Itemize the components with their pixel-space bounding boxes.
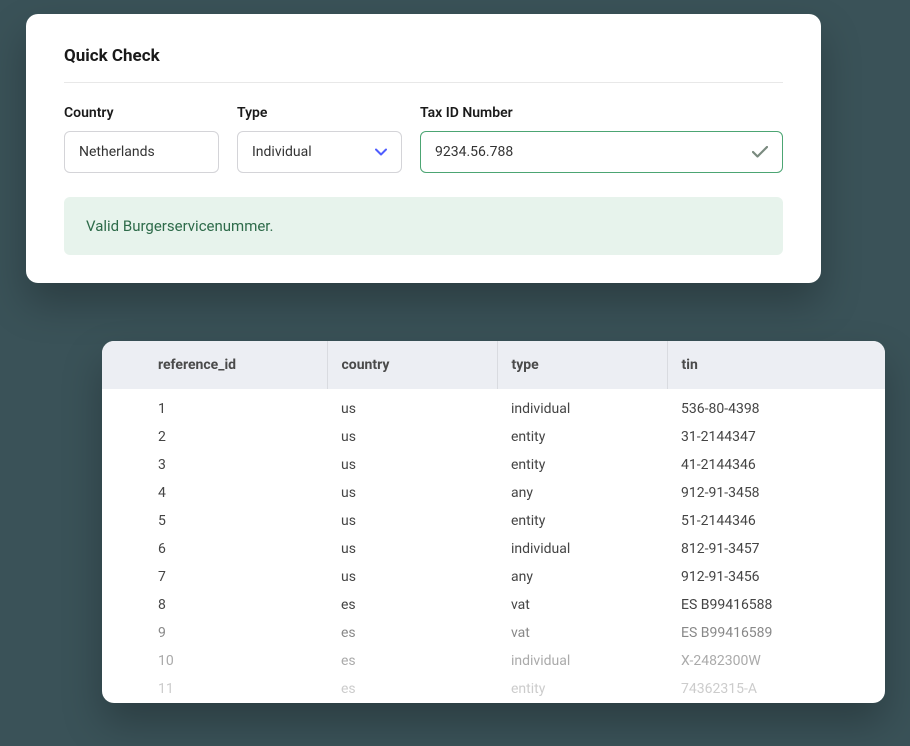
header-reference-id: reference_id bbox=[102, 341, 327, 389]
type-value: Individual bbox=[252, 144, 312, 160]
taxid-value: 9234.56.788 bbox=[435, 144, 513, 160]
table-header-row: reference_id country type tin bbox=[102, 341, 885, 389]
taxid-label: Tax ID Number bbox=[420, 105, 783, 121]
cell-type: entity bbox=[497, 507, 667, 535]
table-row: 3 us entity 41-2144346 bbox=[102, 451, 885, 479]
type-select[interactable]: Individual bbox=[237, 131, 402, 173]
cell-ref: 3 bbox=[102, 451, 327, 479]
cell-ref: 9 bbox=[102, 619, 327, 647]
chevron-down-icon bbox=[375, 146, 387, 158]
cell-tin: 912-91-3458 bbox=[667, 479, 885, 507]
cell-country: us bbox=[327, 389, 497, 423]
quick-check-title: Quick Check bbox=[64, 46, 783, 83]
quick-check-card: Quick Check Country Netherlands Type Ind… bbox=[26, 14, 821, 283]
cell-ref: 7 bbox=[102, 563, 327, 591]
header-country: country bbox=[327, 341, 497, 389]
cell-tin: 51-2144346 bbox=[667, 507, 885, 535]
table-row: 9 es vat ES B99416589 bbox=[102, 619, 885, 647]
table-card: reference_id country type tin 1 us indiv… bbox=[102, 341, 885, 703]
cell-tin: 812-91-3457 bbox=[667, 535, 885, 563]
field-country: Country Netherlands bbox=[64, 105, 219, 173]
cell-country: us bbox=[327, 507, 497, 535]
table-row: 8 es vat ES B99416588 bbox=[102, 591, 885, 619]
table-row: 1 us individual 536-80-4398 bbox=[102, 389, 885, 423]
cell-type: vat bbox=[497, 619, 667, 647]
data-table: reference_id country type tin 1 us indiv… bbox=[102, 341, 885, 703]
header-tin: tin bbox=[667, 341, 885, 389]
cell-ref: 5 bbox=[102, 507, 327, 535]
cell-country: us bbox=[327, 423, 497, 451]
cell-type: any bbox=[497, 479, 667, 507]
type-label: Type bbox=[237, 105, 402, 121]
cell-tin: ES B99416588 bbox=[667, 591, 885, 619]
cell-tin: X-2482300W bbox=[667, 647, 885, 675]
table-row: 4 us any 912-91-3458 bbox=[102, 479, 885, 507]
table-row: 6 us individual 812-91-3457 bbox=[102, 535, 885, 563]
cell-country: us bbox=[327, 479, 497, 507]
cell-tin: 536-80-4398 bbox=[667, 389, 885, 423]
country-label: Country bbox=[64, 105, 219, 121]
cell-tin: 31-2144347 bbox=[667, 423, 885, 451]
cell-type: entity bbox=[497, 451, 667, 479]
cell-tin: 41-2144346 bbox=[667, 451, 885, 479]
cell-type: individual bbox=[497, 647, 667, 675]
cell-country: us bbox=[327, 563, 497, 591]
table-row: 11 es entity 74362315-A bbox=[102, 675, 885, 703]
field-taxid: Tax ID Number 9234.56.788 bbox=[420, 105, 783, 173]
cell-ref: 4 bbox=[102, 479, 327, 507]
header-type: type bbox=[497, 341, 667, 389]
cell-country: es bbox=[327, 591, 497, 619]
cell-ref: 2 bbox=[102, 423, 327, 451]
cell-type: individual bbox=[497, 389, 667, 423]
check-icon bbox=[752, 144, 768, 160]
cell-type: entity bbox=[497, 675, 667, 703]
taxid-input[interactable]: 9234.56.788 bbox=[420, 131, 783, 173]
table-row: 5 us entity 51-2144346 bbox=[102, 507, 885, 535]
cell-type: vat bbox=[497, 591, 667, 619]
country-value: Netherlands bbox=[79, 144, 155, 160]
cell-ref: 6 bbox=[102, 535, 327, 563]
cell-type: entity bbox=[497, 423, 667, 451]
cell-type: individual bbox=[497, 535, 667, 563]
cell-country: us bbox=[327, 535, 497, 563]
cell-tin: 74362315-A bbox=[667, 675, 885, 703]
cell-ref: 1 bbox=[102, 389, 327, 423]
form-row: Country Netherlands Type Individual Tax … bbox=[64, 105, 783, 173]
table-row: 2 us entity 31-2144347 bbox=[102, 423, 885, 451]
cell-ref: 10 bbox=[102, 647, 327, 675]
cell-ref: 11 bbox=[102, 675, 327, 703]
table-body: 1 us individual 536-80-4398 2 us entity … bbox=[102, 389, 885, 703]
cell-country: es bbox=[327, 619, 497, 647]
cell-tin: 912-91-3456 bbox=[667, 563, 885, 591]
table-row: 10 es individual X-2482300W bbox=[102, 647, 885, 675]
cell-country: es bbox=[327, 675, 497, 703]
field-type: Type Individual bbox=[237, 105, 402, 173]
cell-type: any bbox=[497, 563, 667, 591]
table-row: 7 us any 912-91-3456 bbox=[102, 563, 885, 591]
validation-banner: Valid Burgerservicenummer. bbox=[64, 197, 783, 255]
cell-country: us bbox=[327, 451, 497, 479]
cell-country: es bbox=[327, 647, 497, 675]
cell-tin: ES B99416589 bbox=[667, 619, 885, 647]
cell-ref: 8 bbox=[102, 591, 327, 619]
country-input[interactable]: Netherlands bbox=[64, 131, 219, 173]
